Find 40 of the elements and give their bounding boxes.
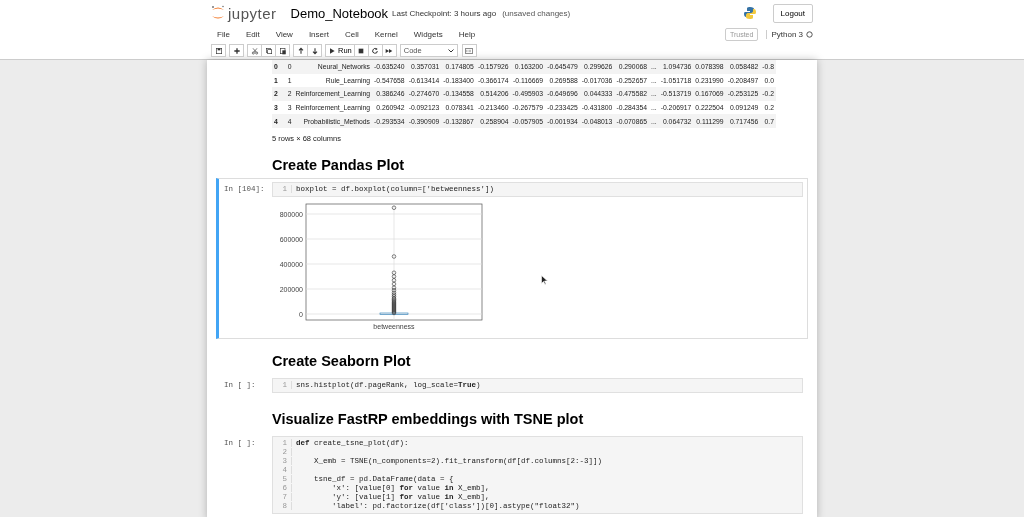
- save-icon: [214, 46, 223, 55]
- copy-icon: [264, 46, 273, 55]
- menu-item[interactable]: Kernel: [374, 29, 398, 39]
- command-palette-button[interactable]: [461, 44, 477, 57]
- kernel-status-icon: [806, 30, 813, 38]
- kernel-logo-icon: [742, 6, 757, 20]
- scissors-icon: [250, 46, 259, 55]
- code-editor[interactable]: [272, 435, 803, 514]
- unsaved-status: (unsaved changes): [502, 8, 571, 18]
- add-cell-icon: [232, 46, 241, 55]
- restart-icon: [371, 46, 380, 55]
- checkpoint-text: Last Checkpoint: 3 hours ago: [392, 8, 497, 18]
- paste-button[interactable]: [275, 44, 290, 57]
- logout-button[interactable]: Logout: [772, 3, 813, 23]
- kernel-name[interactable]: Python 3: [766, 29, 803, 39]
- menu-item[interactable]: Cell: [344, 29, 359, 39]
- move-up-icon: [296, 46, 305, 55]
- mouse-pointer-icon: [541, 275, 548, 285]
- play-icon: [328, 46, 336, 55]
- section-heading: Create Seaborn Plot: [271, 352, 412, 370]
- notebook-name[interactable]: Demo_Notebook: [290, 5, 389, 21]
- section-heading: Create Pandas Plot: [271, 156, 406, 174]
- chevron-down-icon: [447, 48, 454, 53]
- menu-item[interactable]: Widgets: [413, 29, 443, 39]
- menu-item[interactable]: Insert: [308, 29, 329, 39]
- orbit-logo-icon: [211, 5, 225, 21]
- keyboard-icon: [465, 46, 474, 55]
- app-logo-text: jupyter: [228, 4, 277, 22]
- move-down-button[interactable]: [307, 44, 322, 57]
- menu-item[interactable]: Help: [458, 29, 476, 39]
- stop-icon: [357, 46, 366, 55]
- paste-icon: [278, 46, 287, 55]
- section-heading: Visualize FastRP embeddings with TSNE plot: [271, 410, 585, 428]
- move-down-icon: [310, 46, 319, 55]
- fast-forward-icon: [385, 46, 394, 55]
- insert-cell-button[interactable]: [229, 44, 244, 57]
- menu-item[interactable]: Edit: [245, 29, 260, 39]
- save-button[interactable]: [211, 44, 226, 57]
- menu-item[interactable]: File: [217, 29, 230, 39]
- menu-item[interactable]: View: [275, 29, 293, 39]
